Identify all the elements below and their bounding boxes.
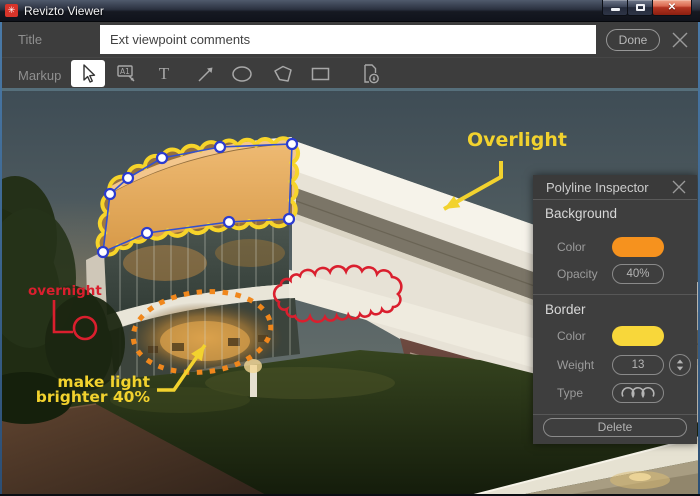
os-titlebar[interactable]: ✳ Revizto Viewer ✕ xyxy=(0,0,700,22)
polyline-vertex-handle[interactable] xyxy=(142,228,152,238)
tool-callout[interactable]: A1 xyxy=(110,60,144,87)
background-section-label: Background xyxy=(545,206,617,221)
border-type-label: Type xyxy=(557,383,583,403)
minimize-icon xyxy=(611,8,620,11)
border-color-row: Color xyxy=(533,326,697,346)
polyline-vertex-handle[interactable] xyxy=(123,173,133,183)
polyline-vertex-handle[interactable] xyxy=(98,247,108,257)
annotation-overnight-text[interactable]: overnight xyxy=(28,283,102,299)
polyline-vertex-handle[interactable] xyxy=(284,214,294,224)
weight-stepper[interactable] xyxy=(669,354,691,376)
border-weight-value[interactable]: 13 xyxy=(612,355,664,375)
panel-header: Polyline Inspector xyxy=(533,175,697,200)
rectangle-icon xyxy=(309,63,333,85)
border-color-label: Color xyxy=(557,326,586,346)
polygon-icon xyxy=(272,63,296,85)
polyline-vertex-handle[interactable] xyxy=(287,139,297,149)
background-opacity-label: Opacity xyxy=(557,264,598,284)
app-logo-icon: ✳ xyxy=(5,4,18,17)
tool-select[interactable] xyxy=(71,60,105,87)
panel-divider xyxy=(533,414,697,415)
border-weight-row: Weight 13 xyxy=(533,355,697,375)
polyline-vertex-handle[interactable] xyxy=(215,142,225,152)
tool-text[interactable]: T xyxy=(147,60,181,87)
close-window-icon: ✕ xyxy=(668,0,676,15)
background-color-label: Color xyxy=(557,237,586,257)
tool-export[interactable] xyxy=(354,60,388,87)
panel-title: Polyline Inspector xyxy=(546,175,649,200)
window-title: Revizto Viewer xyxy=(24,4,104,18)
delete-button[interactable]: Delete xyxy=(543,418,687,437)
polyline-vertex-handle[interactable] xyxy=(105,189,115,199)
arrow-icon xyxy=(195,63,217,85)
border-type-value[interactable] xyxy=(612,383,664,403)
markup-toolbar: Markup A1 T xyxy=(0,57,700,88)
polyline-vertex-handle[interactable] xyxy=(224,217,234,227)
revizto-viewer-window: ✳ Revizto Viewer ✕ Title Done Markup A1 xyxy=(0,0,700,496)
panel-divider xyxy=(533,294,697,295)
background-color-swatch[interactable] xyxy=(612,237,664,257)
minimize-button[interactable] xyxy=(602,0,628,16)
svg-text:A1: A1 xyxy=(120,67,130,76)
callout-icon: A1 xyxy=(115,62,139,86)
panel-close-icon[interactable] xyxy=(671,179,687,195)
close-window-button[interactable]: ✕ xyxy=(652,0,692,16)
maximize-icon xyxy=(636,4,645,11)
cursor-icon xyxy=(77,63,99,85)
cloud-line-type-icon xyxy=(613,384,663,402)
close-markup-icon[interactable] xyxy=(670,31,690,49)
background-color-row: Color xyxy=(533,237,697,257)
tool-ellipse[interactable] xyxy=(225,60,259,87)
viewpoint-title-input[interactable] xyxy=(100,25,596,54)
title-label: Title xyxy=(18,22,42,57)
tool-polygon[interactable] xyxy=(267,60,301,87)
polyline-inspector-panel: Polyline Inspector Background Color Opac… xyxy=(533,175,697,444)
border-section-label: Border xyxy=(545,302,586,317)
text-tool-icon: T xyxy=(159,65,169,82)
maximize-button[interactable] xyxy=(627,0,653,16)
border-type-row: Type xyxy=(533,383,697,403)
ellipse-icon xyxy=(230,63,254,85)
annotation-overlight-text[interactable]: Overlight xyxy=(467,129,567,151)
background-opacity-row: Opacity 40% xyxy=(533,264,697,284)
export-snapshot-icon xyxy=(359,62,383,86)
border-weight-label: Weight xyxy=(557,355,594,375)
annotation-make-light-text-line2[interactable]: brighter 40% xyxy=(36,388,151,406)
stepper-arrows-icon xyxy=(670,355,690,375)
polyline-vertex-handle[interactable] xyxy=(157,153,167,163)
border-color-swatch[interactable] xyxy=(612,326,664,346)
window-frame-left xyxy=(0,22,2,496)
background-opacity-value[interactable]: 40% xyxy=(612,264,664,284)
title-row: Title Done xyxy=(0,22,700,57)
done-button[interactable]: Done xyxy=(606,29,660,51)
tool-rectangle[interactable] xyxy=(304,60,338,87)
window-controls: ✕ xyxy=(603,0,692,16)
tool-arrow[interactable] xyxy=(189,60,223,87)
